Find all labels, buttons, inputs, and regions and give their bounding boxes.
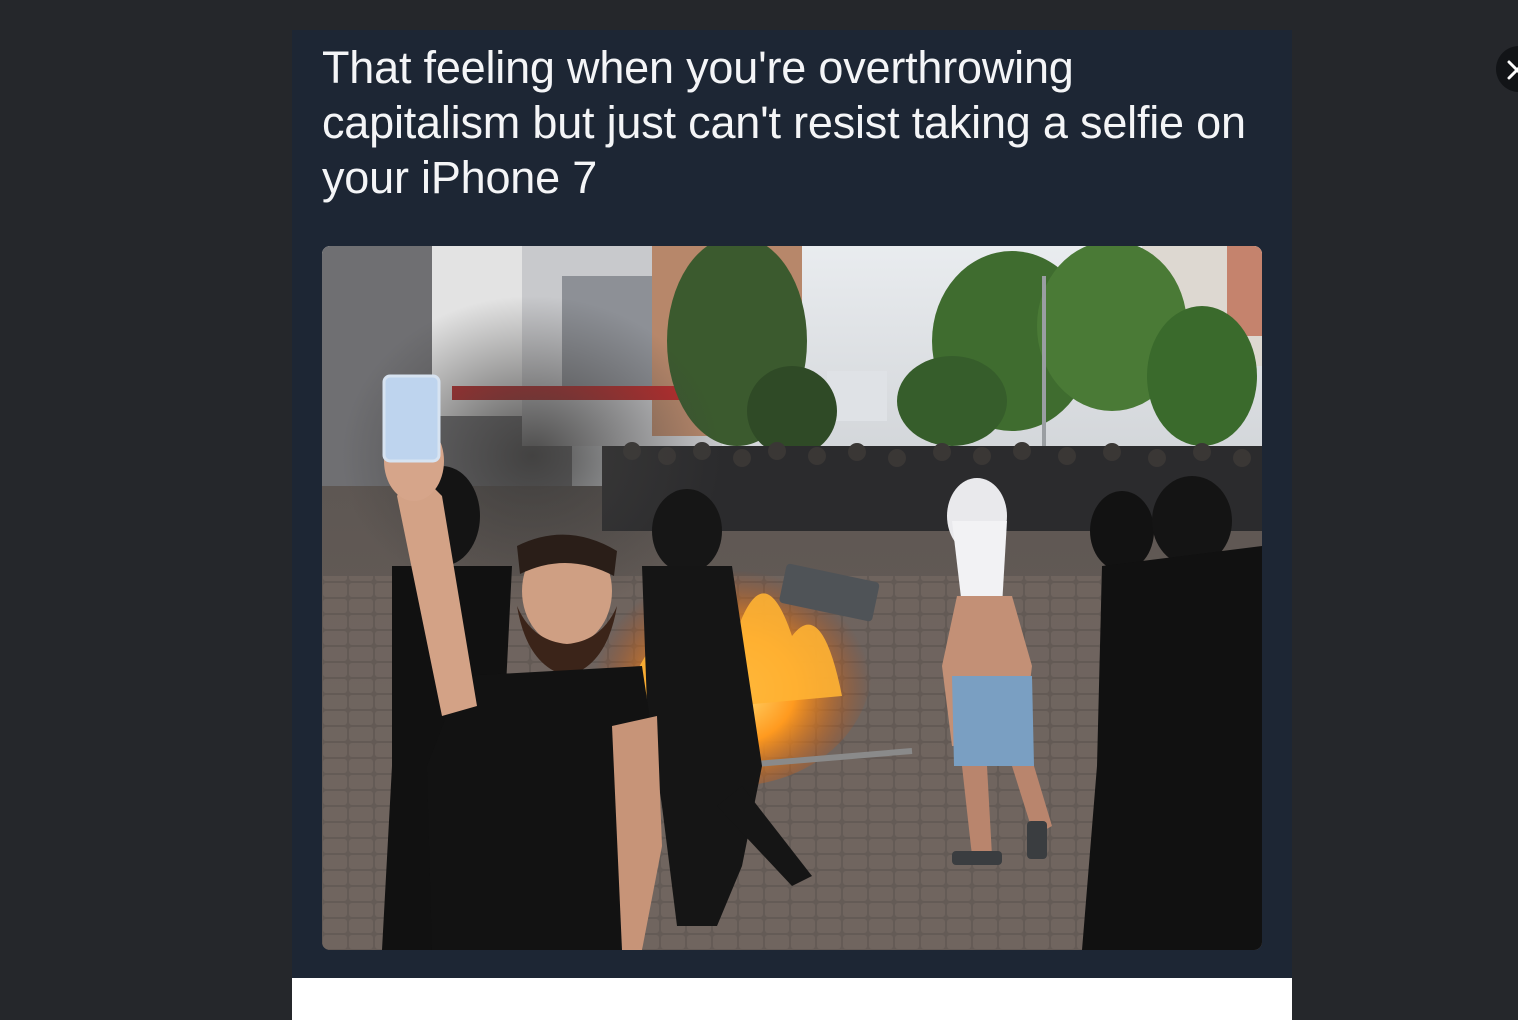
close-icon bbox=[1507, 60, 1518, 80]
image-viewer: That feeling when you're overthrowing ca… bbox=[0, 0, 1518, 1020]
tweet-photo[interactable] bbox=[322, 246, 1262, 950]
photo-illustration bbox=[322, 246, 1262, 950]
tweet-card: That feeling when you're overthrowing ca… bbox=[292, 30, 1292, 1020]
tweet-caption: That feeling when you're overthrowing ca… bbox=[322, 42, 1246, 203]
close-button[interactable] bbox=[1496, 46, 1518, 92]
tweet-footer bbox=[292, 978, 1292, 1020]
